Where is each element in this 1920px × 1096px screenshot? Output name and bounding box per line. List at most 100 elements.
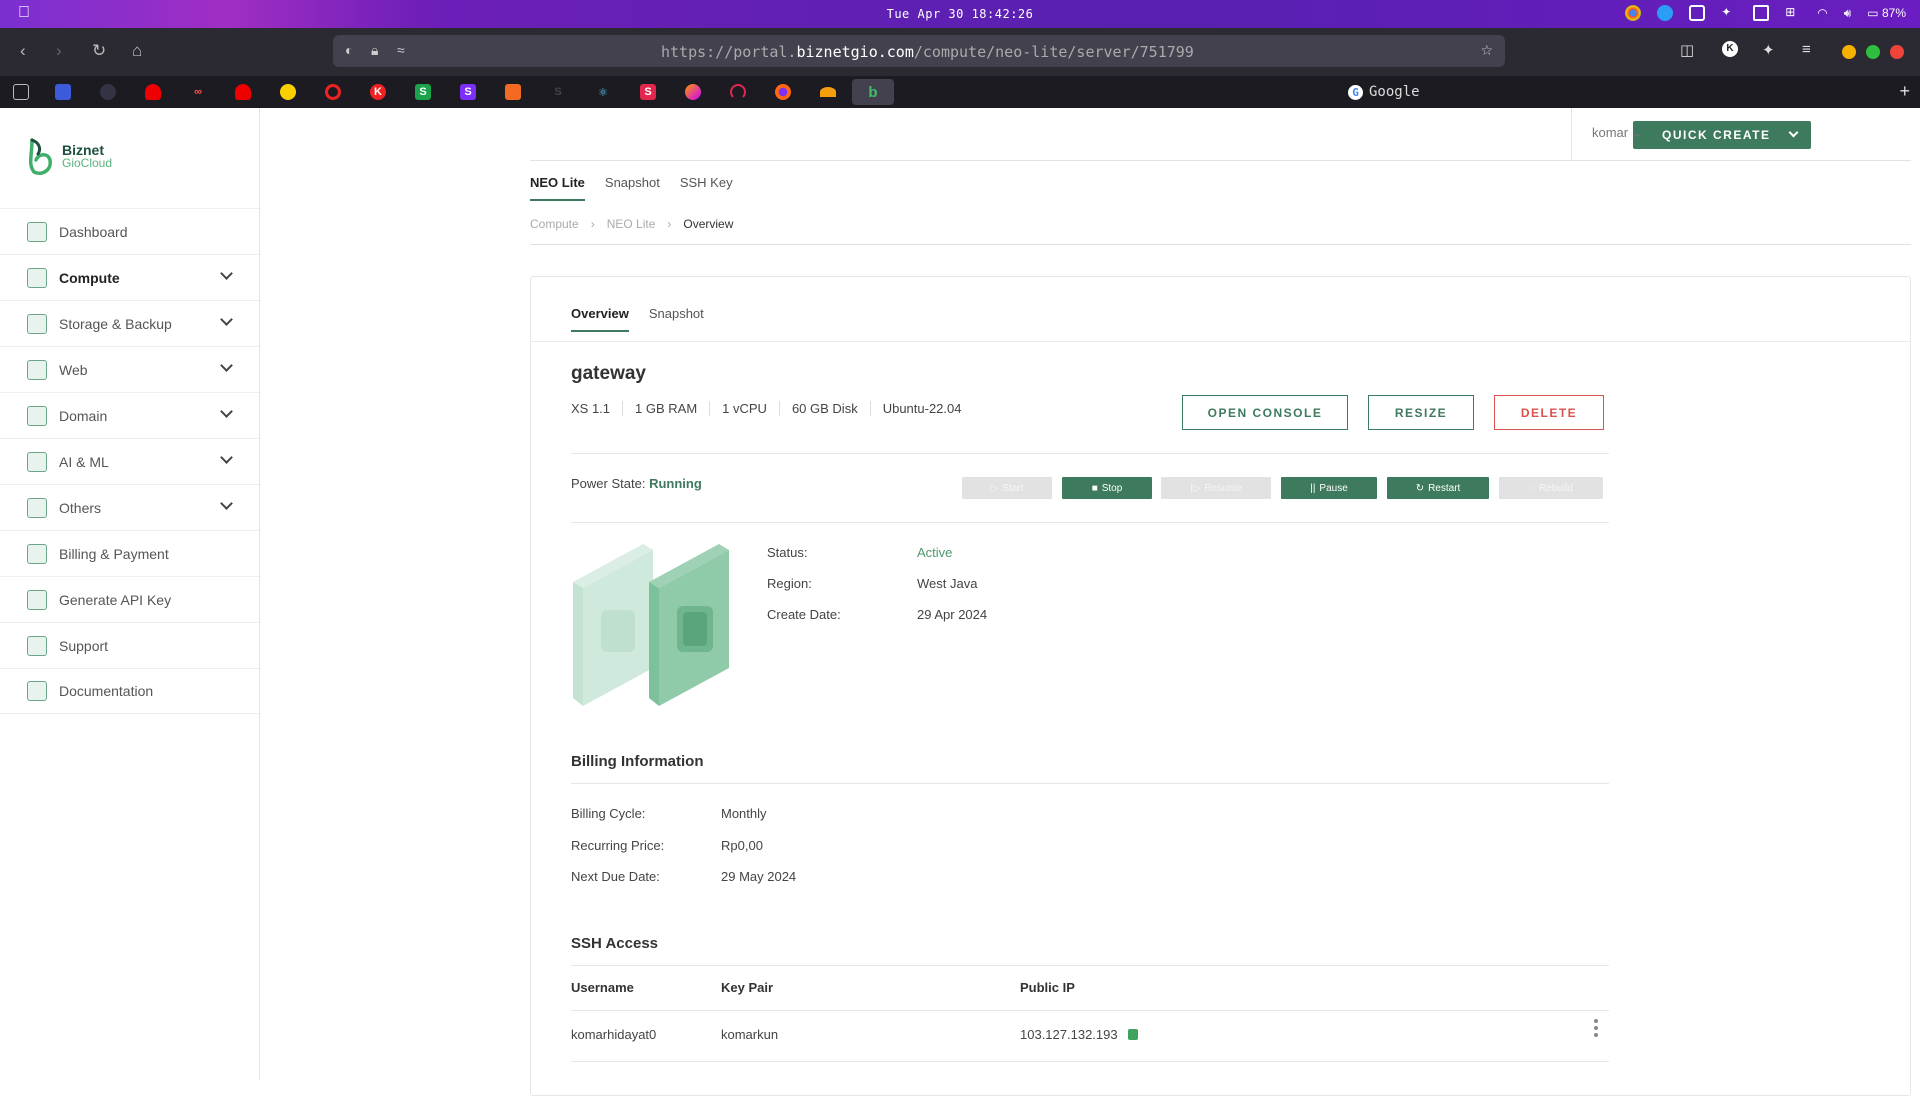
tab-pinned[interactable]: K	[357, 79, 399, 105]
tab-pinned[interactable]: S	[627, 79, 669, 105]
user-menu[interactable]: komar ⌄	[1592, 125, 1643, 141]
tab-pinned[interactable]	[0, 79, 42, 105]
maximize-button[interactable]	[1866, 45, 1880, 59]
chrome-icon[interactable]	[1625, 5, 1642, 21]
pause-button[interactable]: || Pause	[1281, 477, 1377, 499]
pocket-icon[interactable]: ◫	[1680, 41, 1694, 59]
divider	[571, 1010, 1609, 1011]
tab-pinned[interactable]: S	[447, 79, 489, 105]
tab-neo-lite[interactable]: NEO Lite	[530, 175, 585, 201]
main-content: QUICK CREATE komar ⌄ NEO Lite Snapshot S…	[261, 108, 1920, 1096]
wifi-icon[interactable]: ◠	[1817, 6, 1827, 20]
tab-server-snapshot[interactable]: Snapshot	[649, 306, 704, 332]
battery-indicator[interactable]: ▭ 87%	[1867, 6, 1906, 20]
tab-pinned[interactable]	[672, 79, 714, 105]
sidebar-item-support[interactable]: Support	[0, 622, 259, 668]
tab-pinned[interactable]	[312, 79, 354, 105]
tab-active[interactable]: b	[852, 79, 894, 105]
permissions-icon[interactable]: ≈	[397, 42, 405, 58]
minimize-button[interactable]	[1842, 45, 1856, 59]
volume-icon[interactable]: 🔊︎	[1844, 6, 1852, 21]
sidebar-item-storage[interactable]: Storage & Backup	[0, 300, 259, 346]
app-icon[interactable]	[1657, 5, 1674, 21]
back-icon[interactable]: ‹	[20, 41, 26, 61]
tab-pinned[interactable]	[87, 79, 129, 105]
firefox-icon	[775, 84, 791, 100]
tab-pinned[interactable]	[132, 79, 174, 105]
start-button[interactable]: ▷ Start	[962, 477, 1052, 499]
tab-ssh-key[interactable]: SSH Key	[680, 175, 733, 201]
resize-button[interactable]: RESIZE	[1368, 395, 1474, 430]
open-console-button[interactable]: OPEN CONSOLE	[1182, 395, 1348, 430]
extensions-icon[interactable]: ✦	[1762, 41, 1775, 59]
sidebar-item-domain[interactable]: Domain	[0, 392, 259, 438]
tab-pinned[interactable]	[267, 79, 309, 105]
blue-square-icon	[55, 84, 71, 100]
quick-create-button[interactable]: QUICK CREATE	[1633, 121, 1811, 149]
sidebar-item-others[interactable]: Others	[0, 484, 259, 530]
bookmark-star-icon[interactable]: ☆	[1480, 42, 1493, 59]
google-tab[interactable]: G Google	[1348, 84, 1420, 100]
resume-button[interactable]: |▷ Resume	[1161, 477, 1271, 499]
red-arc-icon	[730, 84, 746, 100]
sidebar-item-compute[interactable]: Compute	[0, 254, 259, 300]
sidebar-item-ai-ml[interactable]: AI & ML	[0, 438, 259, 484]
column-header-public-ip: Public IP	[1020, 980, 1075, 995]
copy-icon[interactable]	[1127, 1029, 1138, 1040]
tab-pinned[interactable]: S	[402, 79, 444, 105]
stop-button[interactable]: ■ Stop	[1062, 477, 1152, 499]
pause-icon: ||	[1310, 482, 1316, 494]
tab-pinned[interactable]	[807, 79, 849, 105]
sidebar-item-label: Documentation	[59, 683, 154, 699]
tab-pinned[interactable]: S	[537, 79, 579, 105]
reload-icon[interactable]: ↻	[92, 41, 106, 61]
chevron-down-icon: ⌄	[1631, 125, 1643, 140]
tab-pinned[interactable]	[492, 79, 534, 105]
home-icon[interactable]: ⌂	[132, 41, 142, 61]
delete-button[interactable]: DELETE	[1494, 395, 1604, 430]
sidebar-item-dashboard[interactable]: Dashboard	[0, 208, 259, 254]
new-tab-icon[interactable]: +	[1899, 81, 1910, 102]
clipboard-icon[interactable]	[1753, 5, 1770, 21]
chevron-down-icon[interactable]	[220, 451, 233, 464]
orange-cube-icon	[505, 84, 521, 100]
tab-pinned[interactable]: ⚛	[582, 79, 624, 105]
ssh-title: SSH Access	[571, 935, 658, 952]
window-icon[interactable]	[1689, 5, 1706, 21]
chevron-down-icon[interactable]	[220, 359, 233, 372]
account-icon[interactable]: K	[1722, 41, 1738, 57]
rebuild-button[interactable]: ◌ Rebuild	[1499, 477, 1603, 499]
tab-pinned[interactable]	[717, 79, 759, 105]
row-actions-icon[interactable]	[1594, 1019, 1598, 1037]
tab-pinned[interactable]: ∞	[177, 79, 219, 105]
lock-icon[interactable]: 🔒︎	[371, 42, 378, 59]
puzzle-icon[interactable]: ✦	[1721, 5, 1737, 21]
sidebar-item-billing[interactable]: Billing & Payment	[0, 530, 259, 576]
brand-logo[interactable]: Biznet GioCloud	[24, 136, 112, 176]
chevron-down-icon[interactable]	[220, 497, 233, 510]
grid-icon[interactable]: ⊞	[1785, 5, 1801, 21]
tab-pinned[interactable]	[222, 79, 264, 105]
chevron-down-icon[interactable]	[220, 405, 233, 418]
chevron-down-icon[interactable]	[220, 313, 233, 326]
url-text[interactable]: https://portal.biznetgio.com/compute/neo…	[661, 43, 1194, 61]
home-icon	[27, 221, 47, 242]
breadcrumb-neo-lite[interactable]: NEO Lite	[607, 217, 656, 231]
chevron-down-icon[interactable]	[220, 267, 233, 280]
tab-snapshot[interactable]: Snapshot	[605, 175, 660, 201]
tab-pinned[interactable]	[42, 79, 84, 105]
shield-icon[interactable]: ◐	[345, 42, 353, 58]
restart-button[interactable]: ↻ Restart	[1387, 477, 1489, 499]
sidebar-item-api-key[interactable]: Generate API Key	[0, 576, 259, 622]
column-header-username: Username	[571, 980, 634, 995]
breadcrumb-compute[interactable]: Compute	[530, 217, 579, 231]
sidebar-item-documentation[interactable]: Documentation	[0, 668, 259, 714]
close-button[interactable]	[1890, 45, 1904, 59]
address-bar[interactable]: ◐ 🔒︎ ≈ https://portal.biznetgio.com/comp…	[333, 35, 1505, 67]
forward-icon[interactable]: ›	[56, 41, 62, 61]
tab-pinned[interactable]	[762, 79, 804, 105]
menu-icon[interactable]: ≡	[1802, 41, 1811, 58]
sidebar-item-web[interactable]: Web	[0, 346, 259, 392]
os-menu-bar:  Tue Apr 30 18:42:26 ✦ ⊞ ◠ 🔊︎ ▭ 87%	[0, 0, 1920, 28]
tab-overview[interactable]: Overview	[571, 306, 629, 332]
